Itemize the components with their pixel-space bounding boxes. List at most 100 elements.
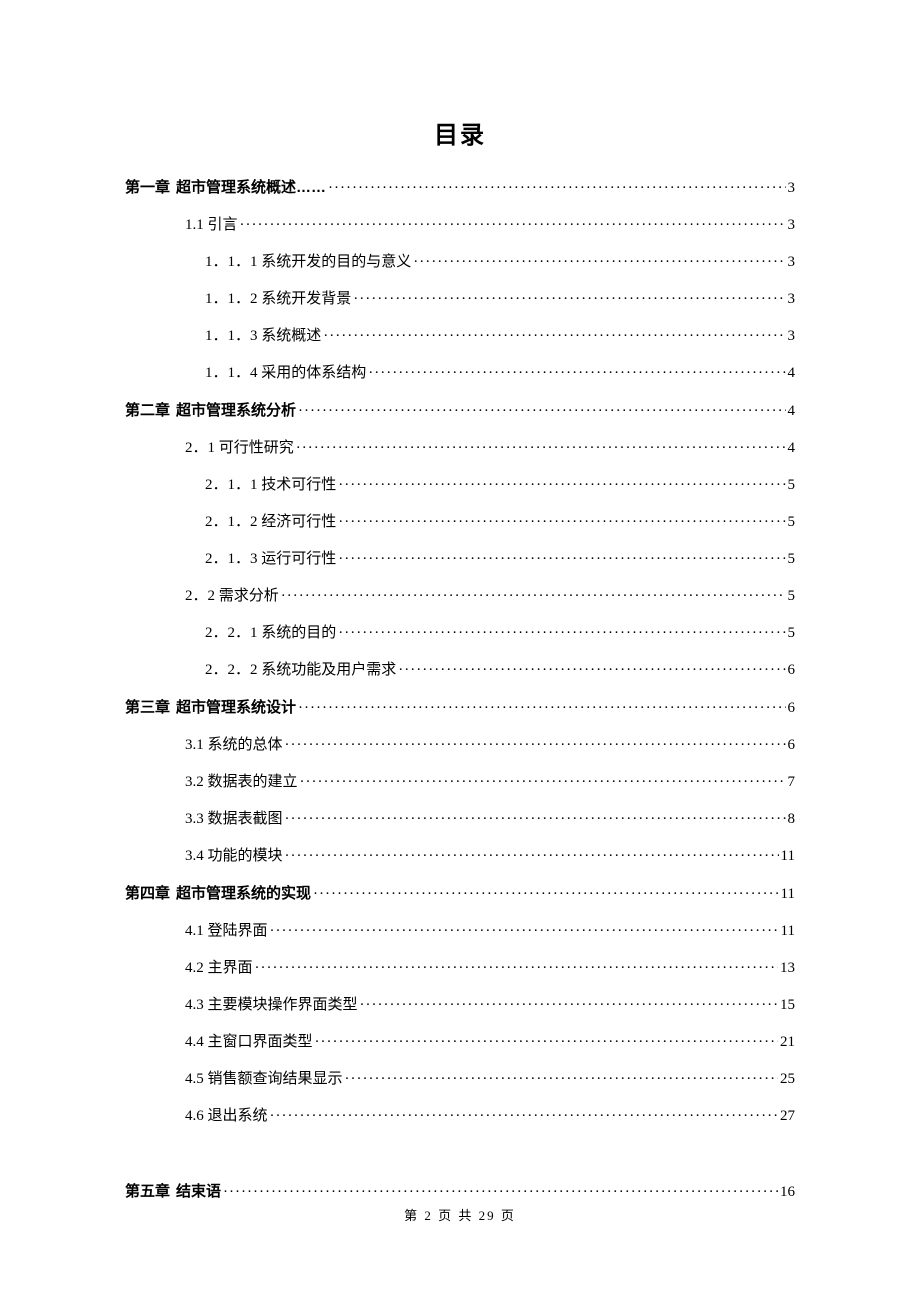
toc-leader-dots [281, 589, 786, 604]
toc-leader-dots [270, 1109, 778, 1124]
toc-leader-dots [338, 478, 785, 493]
toc-title: 目录 [125, 115, 795, 150]
toc-entry-label: 超市管理系统设计 [176, 700, 296, 715]
toc-entry: 1．1．2 系统开发背景3 [125, 292, 795, 307]
toc-leader-dots [398, 663, 785, 678]
toc-leader-dots [338, 515, 785, 530]
toc-entry-label: 4.3 主要模块操作界面类型 [185, 998, 358, 1013]
toc-leader-dots [360, 998, 778, 1013]
toc-entry-page: 21 [780, 1035, 795, 1050]
toc-spacer [125, 1146, 795, 1184]
toc-entry-page: 11 [781, 849, 795, 864]
toc-leader-dots [298, 404, 785, 419]
toc-entry-label: 2．1．2 经济可行性 [205, 515, 336, 530]
toc-entry-page: 11 [781, 887, 795, 902]
toc-entry: 第一章超市管理系统概述…… 3 [125, 180, 795, 196]
toc-entry-page: 25 [780, 1072, 795, 1087]
toc-entry-label: 3.4 功能的模块 [185, 849, 283, 864]
toc-entry-label: 2．2．2 系统功能及用户需求 [205, 663, 396, 678]
toc-leader-dots [353, 292, 785, 307]
toc-entry-label: 1．1．4 采用的体系结构 [205, 366, 366, 381]
toc-leader-dots [368, 366, 785, 381]
toc-entry-label: 超市管理系统概述…… [176, 180, 326, 195]
toc-leader-dots [223, 1185, 778, 1200]
toc-entry-page: 4 [788, 366, 796, 381]
toc-entry: 4.6 退出系统27 [125, 1109, 795, 1124]
toc-entry-label: 1.1 引言 [185, 218, 238, 233]
toc-entry-label: 3.1 系统的总体 [185, 738, 283, 753]
toc-entry-label: 3.2 数据表的建立 [185, 775, 298, 790]
toc-entry-page: 5 [788, 589, 796, 604]
toc-leader-dots [345, 1072, 778, 1087]
toc-entry-label: 2．2 需求分析 [185, 589, 279, 604]
toc-entry: 第四章超市管理系统的实现 11 [125, 886, 795, 902]
toc-entry-label: 超市管理系统分析 [176, 403, 296, 418]
toc-entry: 1.1 引言 3 [125, 218, 795, 233]
toc-entry-page: 4 [788, 404, 796, 419]
toc-entry-label: 3.3 数据表截图 [185, 812, 283, 827]
toc-entry-label: 4.6 退出系统 [185, 1109, 268, 1124]
toc-entry-page: 3 [788, 255, 796, 270]
toc-chapter-prefix: 第一章 [125, 180, 170, 195]
toc-entry: 4.5 销售额查询结果显示 25 [125, 1072, 795, 1087]
toc-entry-label: 4.1 登陆界面 [185, 924, 268, 939]
toc-leader-dots [313, 887, 779, 902]
toc-entry: 4.1 登陆界面 11 [125, 924, 795, 939]
toc-entry-label: 2．1．3 运行可行性 [205, 552, 336, 567]
toc-entry: 4.4 主窗口界面类型21 [125, 1035, 795, 1050]
toc-entry-label: 2．2．1 系统的目的 [205, 626, 336, 641]
toc-entry: 2．1 可行性研究 4 [125, 441, 795, 456]
toc-entry: 1．1．4 采用的体系结构 4 [125, 366, 795, 381]
toc-entry-page: 7 [788, 775, 796, 790]
toc-entry: 2．1．2 经济可行性 5 [125, 515, 795, 530]
toc-entry-label: 2．1 可行性研究 [185, 441, 294, 456]
toc-leader-dots [285, 849, 779, 864]
toc-leader-dots [328, 181, 785, 196]
toc-entry: 第五章结束语16 [125, 1184, 795, 1200]
toc-leader-dots [315, 1035, 778, 1050]
toc-entry-page: 5 [788, 515, 796, 530]
toc-entry-page: 5 [788, 626, 796, 641]
toc-entry-page: 3 [788, 218, 796, 233]
toc-entry-page: 3 [788, 181, 796, 196]
toc-entry: 1．1．1 系统开发的目的与意义 3 [125, 255, 795, 270]
toc-entry-label: 4.2 主界面 [185, 961, 253, 976]
page-footer: 第 2 页 共 29 页 [0, 1205, 920, 1224]
toc-entry-label: 2．1．1 技术可行性 [205, 478, 336, 493]
toc-leader-dots [300, 775, 786, 790]
toc-entry-page: 5 [788, 478, 796, 493]
toc-entry-page: 8 [788, 812, 796, 827]
toc-entry-page: 13 [780, 961, 795, 976]
toc-entry-page: 15 [780, 998, 795, 1013]
toc-leader-dots [285, 812, 786, 827]
toc-entry-page: 6 [788, 701, 796, 716]
toc-entry-page: 6 [788, 738, 796, 753]
toc-chapter-prefix: 第二章 [125, 403, 170, 418]
toc-entry-page: 11 [781, 924, 795, 939]
toc-entry: 2．2 需求分析 5 [125, 589, 795, 604]
toc-entry-label: 1．1．1 系统开发的目的与意义 [205, 255, 411, 270]
toc-entry-label: 结束语 [176, 1184, 221, 1199]
toc-entry-label: 超市管理系统的实现 [176, 886, 311, 901]
toc-entry-label: 4.5 销售额查询结果显示 [185, 1072, 343, 1087]
toc-leader-dots [338, 552, 785, 567]
toc-leader-dots [323, 329, 785, 344]
toc-entry: 3.3 数据表截图 8 [125, 812, 795, 827]
toc-entry: 4.2 主界面 13 [125, 961, 795, 976]
toc-entry-page: 16 [780, 1185, 795, 1200]
toc-chapter-prefix: 第四章 [125, 886, 170, 901]
toc-entry: 2．2．2 系统功能及用户需求6 [125, 663, 795, 678]
toc-entry: 3.4 功能的模块 11 [125, 849, 795, 864]
toc-entry: 1．1．3 系统概述3 [125, 329, 795, 344]
toc-leader-dots [285, 738, 786, 753]
toc-leader-dots [270, 924, 779, 939]
toc-entry-label: 1．1．2 系统开发背景 [205, 292, 351, 307]
toc-entry: 2．1．1 技术可行性 5 [125, 478, 795, 493]
toc-leader-dots [240, 218, 786, 233]
toc-entry: 3.2 数据表的建立 7 [125, 775, 795, 790]
toc-container: 第一章超市管理系统概述……31.1 引言31．1．1 系统开发的目的与意义31．… [125, 180, 795, 1200]
page-content: 目录 第一章超市管理系统概述……31.1 引言31．1．1 系统开发的目的与意义… [0, 0, 920, 1200]
toc-leader-dots [413, 255, 785, 270]
toc-entry-page: 4 [788, 441, 796, 456]
toc-entry: 2．2．1 系统的目的 5 [125, 626, 795, 641]
